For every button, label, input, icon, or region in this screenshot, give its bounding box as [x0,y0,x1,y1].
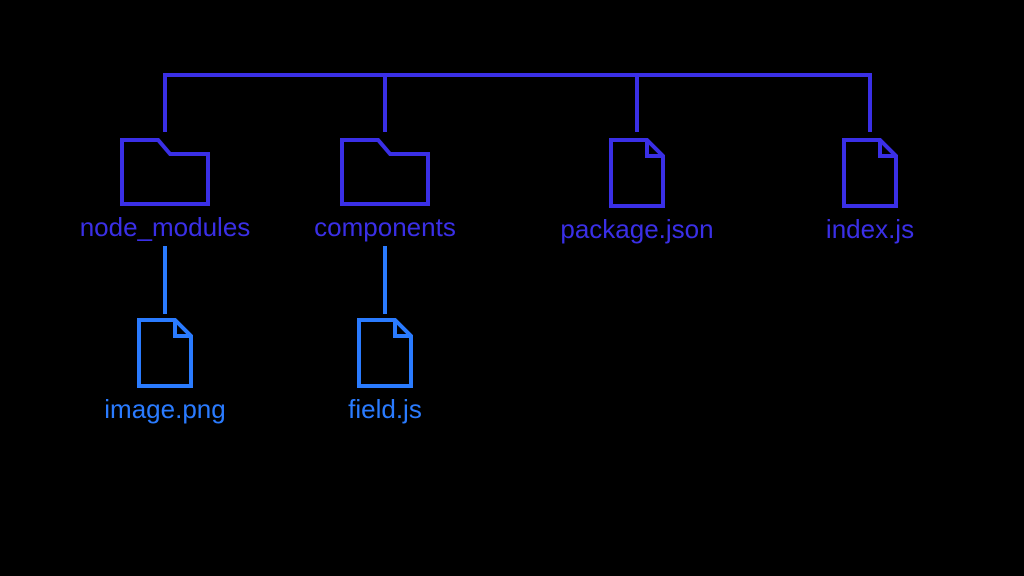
folder-icon [342,140,428,204]
tree-node-field_js: field.js [348,320,422,424]
tree-node-label: node_modules [80,212,251,242]
file-icon [139,320,191,386]
tree-node-label: index.js [826,214,914,244]
file-icon [611,140,663,206]
tree-root-connector [165,75,870,130]
tree-node-components: components [314,140,456,242]
file-icon [359,320,411,386]
tree-node-image_png: image.png [104,320,225,424]
tree-node-label: image.png [104,394,225,424]
tree-node-label: package.json [560,214,713,244]
tree-node-node_modules: node_modules [80,140,251,242]
folder-icon [122,140,208,204]
tree-node-index_js: index.js [826,140,914,244]
tree-node-label: components [314,212,456,242]
file-icon [844,140,896,206]
tree-node-package_json: package.json [560,140,713,244]
tree-node-label: field.js [348,394,422,424]
